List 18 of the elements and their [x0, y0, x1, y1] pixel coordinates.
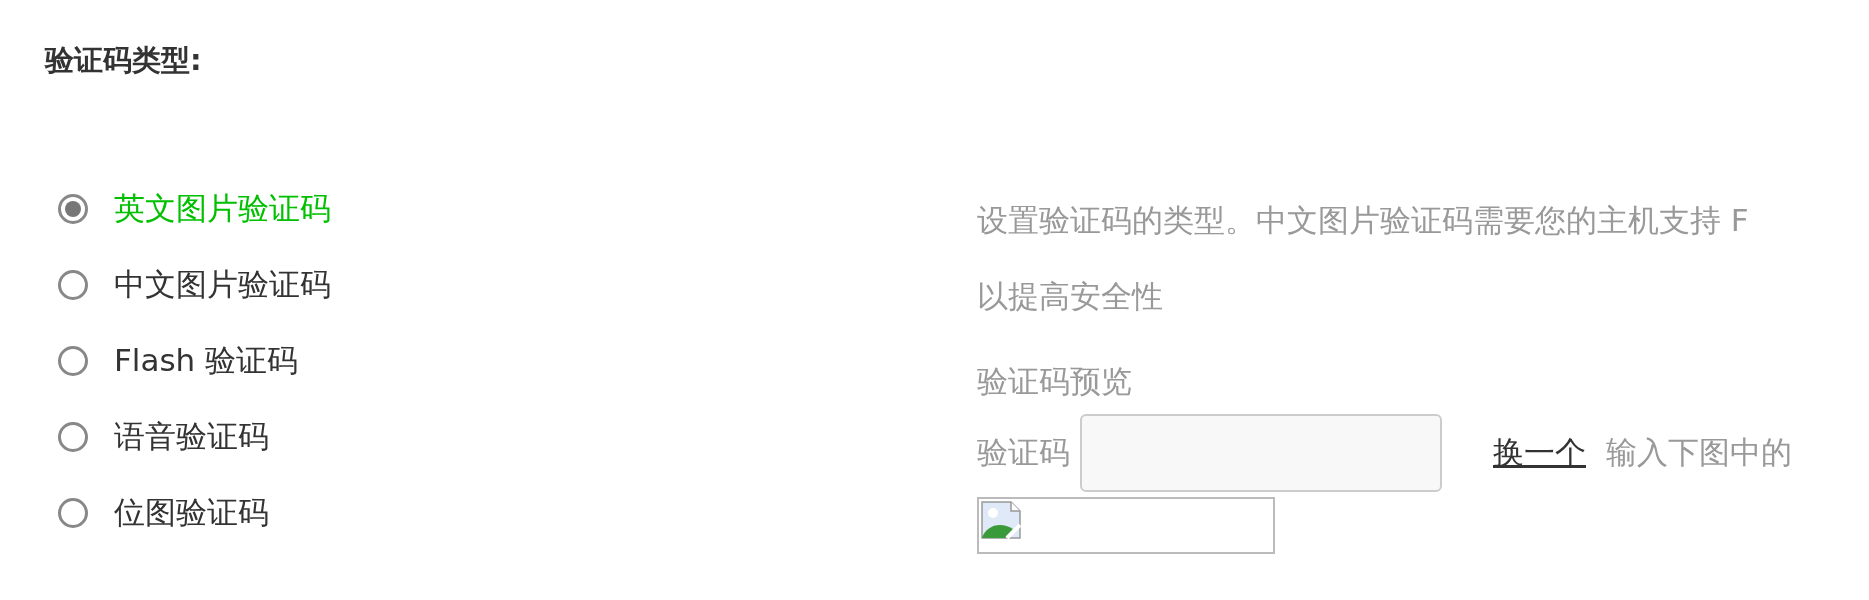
- captcha-input-field[interactable]: [1080, 414, 1442, 492]
- radio-button[interactable]: [58, 422, 88, 452]
- description-text: 设置验证码的类型。中文图片验证码需要您的主机支持 F: [977, 201, 1749, 240]
- hint-text: 输入下图中的: [1606, 433, 1792, 472]
- radio-button[interactable]: [58, 194, 88, 224]
- option-label[interactable]: 位图验证码: [114, 492, 269, 534]
- refresh-link[interactable]: 换一个: [1493, 432, 1586, 474]
- section-title: 验证码类型:: [45, 42, 202, 79]
- radio-button[interactable]: [58, 270, 88, 300]
- field-label: 验证码: [977, 433, 1070, 472]
- option-label[interactable]: 中文图片验证码: [114, 264, 331, 306]
- radio-button[interactable]: [58, 346, 88, 376]
- description-text: 以提高安全性: [977, 277, 1163, 316]
- option-label[interactable]: 语音验证码: [114, 416, 269, 458]
- preview-heading: 验证码预览: [977, 362, 1132, 401]
- option-label[interactable]: Flash 验证码: [114, 340, 299, 382]
- broken-image-icon: [981, 501, 1021, 539]
- radio-button[interactable]: [58, 498, 88, 528]
